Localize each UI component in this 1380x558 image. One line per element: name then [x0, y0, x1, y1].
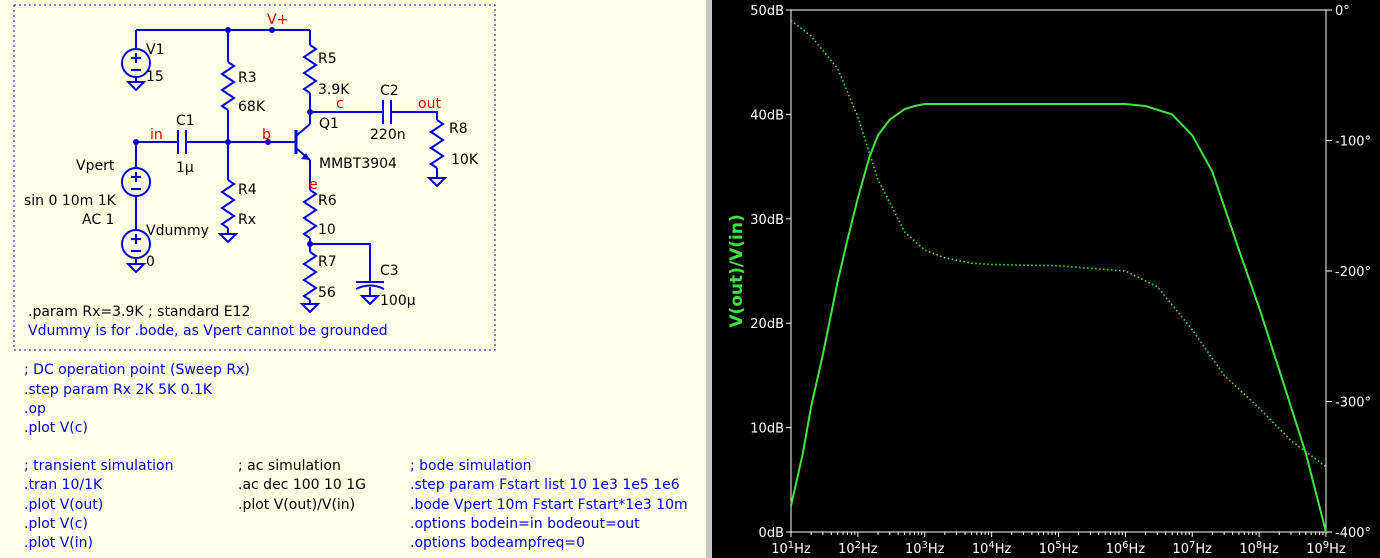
dc-step[interactable]: .step param Rx 2K 5K 0.1K — [24, 382, 213, 398]
v1-name[interactable]: V1 — [146, 42, 164, 58]
x-tick-label: 108Hz — [1239, 540, 1279, 557]
tran-comment[interactable]: ; transient simulation — [24, 458, 173, 474]
tran-plot-out[interactable]: .plot V(out) — [24, 497, 103, 513]
q1-name[interactable]: Q1 — [319, 116, 339, 132]
x-tick-label: 106Hz — [1106, 540, 1146, 557]
y-tick-label: 50dB — [750, 4, 784, 19]
schematic-canvas[interactable]: V+ in b c e out V1 15 R3 68K R5 3.9K C2 … — [0, 0, 706, 558]
r8-value[interactable]: 10K — [451, 152, 479, 168]
r4-name[interactable]: R4 — [238, 182, 257, 198]
dc-op[interactable]: .op — [24, 401, 46, 417]
tran-plot-c[interactable]: .plot V(c) — [24, 516, 88, 532]
c3-name[interactable]: C3 — [380, 263, 399, 279]
bode-cmd[interactable]: .bode Vpert 10m Fstart Fstart*1e3 10m — [410, 497, 688, 513]
q1-value[interactable]: MMBT3904 — [319, 156, 397, 172]
x-tick-label: 109Hz — [1306, 540, 1346, 557]
vdummy-comment[interactable]: Vdummy is for .bode, as Vpert cannot be … — [28, 323, 388, 339]
r5-name[interactable]: R5 — [318, 51, 337, 67]
magnitude-series-line — [790, 103, 1327, 533]
ac-comment[interactable]: ; ac simulation — [238, 458, 341, 474]
vdummy-name[interactable]: Vdummy — [146, 223, 209, 239]
x-tick-label: 104Hz — [972, 540, 1012, 557]
net-in: in — [150, 127, 163, 143]
x-tick-label: 107Hz — [1172, 540, 1212, 557]
net-out: out — [418, 96, 441, 112]
net-vplus: V+ — [267, 12, 288, 28]
tran-plot-in[interactable]: .plot V(in) — [24, 535, 93, 551]
bode-options-freq[interactable]: .options bodeampfreq=0 — [410, 535, 585, 551]
dc-plot[interactable]: .plot V(c) — [24, 420, 88, 436]
schematic-frame — [13, 4, 496, 351]
v1-value[interactable]: 15 — [146, 69, 164, 85]
y-tick-label: 40dB — [750, 108, 784, 123]
bode-plot[interactable]: 0dB 10dB 20dB 30dB 40dB 50dB 0° -100° -200° -300°… — [712, 0, 1380, 558]
waveform-pane[interactable]: 0dB 10dB 20dB 30dB 40dB 50dB 0° -100° -200° -300°… — [712, 0, 1380, 558]
y-axis-label: V(out)/V(in) — [727, 214, 747, 327]
r7-value[interactable]: 56 — [318, 285, 336, 301]
r4-value[interactable]: Rx — [238, 212, 256, 228]
r5-value[interactable]: 3.9K — [318, 82, 350, 98]
x-tick-label: 101Hz — [771, 540, 811, 557]
y2-tick-label: -400° — [1335, 526, 1371, 541]
net-b: b — [262, 127, 271, 143]
y2-tick-label: -100° — [1335, 135, 1371, 150]
vpert-name[interactable]: Vpert — [76, 158, 115, 174]
vdummy-value[interactable]: 0 — [146, 254, 155, 270]
r6-name[interactable]: R6 — [318, 193, 337, 209]
r3-name[interactable]: R3 — [238, 70, 257, 86]
c2-name[interactable]: C2 — [380, 83, 399, 99]
y-tick-label: 0dB — [759, 526, 784, 541]
net-c: c — [336, 96, 344, 112]
vpert-value-1[interactable]: sin 0 10m 1K — [24, 193, 117, 209]
c1-value[interactable]: 1µ — [176, 160, 194, 176]
net-e: e — [309, 177, 318, 193]
bode-options-io[interactable]: .options bodein=in bodeout=out — [410, 516, 640, 532]
x-tick-label: 103Hz — [905, 540, 945, 557]
vpert-value-2[interactable]: AC 1 — [82, 212, 114, 228]
r3-value[interactable]: 68K — [238, 99, 266, 115]
bode-step[interactable]: .step param Fstart list 10 1e3 1e5 1e6 — [410, 477, 680, 493]
c3-value[interactable]: 100µ — [380, 293, 416, 309]
y-tick-label: 20dB — [750, 317, 784, 332]
c1-name[interactable]: C1 — [176, 113, 195, 129]
tran-cmd[interactable]: .tran 10/1K — [24, 477, 103, 493]
r8-name[interactable]: R8 — [449, 121, 468, 137]
ac-plot[interactable]: .plot V(out)/V(in) — [238, 497, 355, 513]
x-tick-label: 105Hz — [1039, 540, 1079, 557]
x-tick-label: 102Hz — [838, 540, 878, 557]
c2-value[interactable]: 220n — [370, 127, 406, 143]
phase-series-line — [790, 19, 1327, 468]
r6-value[interactable]: 10 — [318, 222, 336, 238]
y2-tick-label: -300° — [1335, 396, 1371, 411]
y2-tick-label: -200° — [1335, 265, 1371, 280]
schematic-pane[interactable]: V+ in b c e out V1 15 R3 68K R5 3.9K C2 … — [0, 0, 706, 558]
param-directive[interactable]: .param Rx=3.9K ; standard E12 — [28, 304, 250, 320]
y-tick-label: 30dB — [750, 213, 784, 228]
y2-tick-label: 0° — [1335, 4, 1350, 19]
bode-comment[interactable]: ; bode simulation — [410, 458, 532, 474]
dc-comment[interactable]: ; DC operation point (Sweep Rx) — [24, 362, 250, 378]
ac-cmd[interactable]: .ac dec 100 10 1G — [238, 477, 366, 493]
r7-name[interactable]: R7 — [318, 254, 337, 270]
y-tick-label: 10dB — [750, 422, 784, 437]
